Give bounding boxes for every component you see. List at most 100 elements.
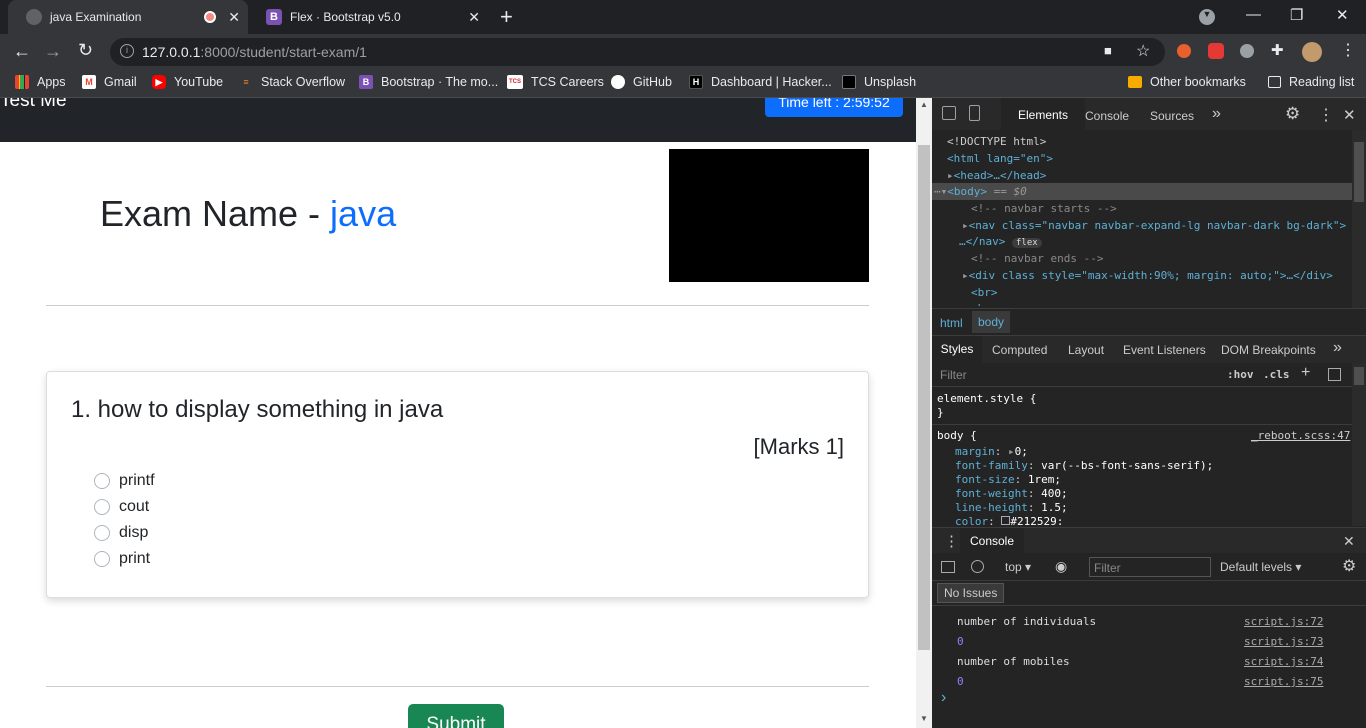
tab-layout[interactable]: Layout xyxy=(1068,343,1104,357)
live-expression-eye-icon[interactable]: ◉ xyxy=(1055,558,1067,575)
scroll-up-icon[interactable]: ▲ xyxy=(920,100,928,109)
back-icon[interactable]: ← xyxy=(13,41,31,62)
page-scrollbar[interactable]: ▲ ▼ xyxy=(916,98,932,728)
extension-fire-icon[interactable] xyxy=(1177,44,1191,58)
console-prompt[interactable]: › xyxy=(941,689,946,707)
more-tabs-icon[interactable]: » xyxy=(1212,105,1221,123)
sidebar-toggle-icon[interactable] xyxy=(941,561,955,573)
close-tab-icon[interactable]: ✕ xyxy=(228,9,240,26)
navbar-brand[interactable]: Test Me xyxy=(0,98,67,112)
radio-button[interactable] xyxy=(94,525,110,541)
dom-br[interactable]: <br> xyxy=(971,286,998,299)
tab-styles[interactable]: Styles xyxy=(932,336,982,363)
more-tabs-icon[interactable]: » xyxy=(1333,339,1342,357)
close-window-icon[interactable]: ✕ xyxy=(1336,6,1349,24)
flex-badge[interactable]: flex xyxy=(1011,238,1042,248)
log-source-link[interactable]: script.js:72 xyxy=(1244,615,1323,628)
css-prop[interactable]: line-height: 1.5; xyxy=(955,501,1068,514)
breadcrumb-body[interactable]: body xyxy=(972,311,1011,333)
console-filter-input[interactable]: Filter xyxy=(1089,557,1211,577)
drawer-tab-console[interactable]: Console xyxy=(960,528,1024,554)
hov-toggle[interactable]: :hov xyxy=(1227,368,1254,381)
device-toolbar-icon[interactable] xyxy=(969,105,980,121)
option-cout[interactable]: cout xyxy=(94,498,149,516)
tab-search-icon[interactable]: ▼ xyxy=(1199,9,1215,25)
radio-button[interactable] xyxy=(94,551,110,567)
css-prop[interactable]: color: #212529; xyxy=(955,515,1063,525)
bookmark-github[interactable]: GitHub xyxy=(611,75,672,89)
extensions-puzzle-icon[interactable]: ✚ xyxy=(1271,41,1284,59)
bookmark-unsplash[interactable]: Unsplash xyxy=(842,75,916,89)
reload-icon[interactable]: ↻ xyxy=(78,40,93,61)
tab-event-listeners[interactable]: Event Listeners xyxy=(1123,343,1206,357)
drawer-menu-icon[interactable]: ⋮ xyxy=(944,532,959,550)
css-prop[interactable]: margin: ▸0; xyxy=(955,445,1028,458)
tab-elements[interactable]: Elements xyxy=(1001,98,1085,130)
tab-java-examination[interactable]: java Examination ✕ xyxy=(8,0,248,34)
minimize-icon[interactable]: — xyxy=(1246,6,1261,23)
new-style-rule-icon[interactable]: + xyxy=(1301,364,1310,382)
submit-button[interactable]: Submit xyxy=(408,704,504,728)
extension-music-icon[interactable] xyxy=(1240,44,1254,58)
bookmark-hackerrank[interactable]: H Dashboard | Hacker... xyxy=(689,75,832,89)
tab-sources[interactable]: Sources xyxy=(1150,109,1194,123)
clear-console-icon[interactable] xyxy=(971,560,984,573)
log-source-link[interactable]: script.js:73 xyxy=(1244,635,1323,648)
bookmark-apps[interactable]: Apps xyxy=(15,75,66,89)
bookmark-star-icon[interactable]: ☆ xyxy=(1136,41,1150,61)
dom-nav-close[interactable]: …</nav> flex xyxy=(959,235,1042,248)
devtools-close-icon[interactable]: ✕ xyxy=(1343,106,1356,124)
dom-div[interactable]: ▸<div class style="max-width:90%; margin… xyxy=(962,269,1333,282)
maximize-icon[interactable]: ❐ xyxy=(1290,6,1303,24)
log-source-link[interactable]: script.js:74 xyxy=(1244,655,1323,668)
forward-icon[interactable]: → xyxy=(44,41,62,62)
tab-flex-bootstrap[interactable]: B Flex · Bootstrap v5.0 ✕ xyxy=(248,0,488,34)
settings-gear-icon[interactable]: ⚙ xyxy=(1285,104,1300,124)
address-bar[interactable]: i 127.0.0.1:8000/student/start-exam/1 ■ … xyxy=(110,38,1165,66)
avatar[interactable] xyxy=(1302,42,1322,62)
toggle-sidebar-icon[interactable] xyxy=(1328,368,1341,381)
info-icon[interactable]: i xyxy=(120,44,134,58)
css-prop[interactable]: font-size: 1rem; xyxy=(955,473,1061,486)
inspect-icon[interactable] xyxy=(942,106,956,120)
dom-br[interactable]: <br> xyxy=(971,302,998,306)
log-source-link[interactable]: script.js:75 xyxy=(1244,675,1323,688)
bookmark-tcs[interactable]: TCS TCS Careers xyxy=(507,75,604,89)
other-bookmarks[interactable]: Other bookmarks xyxy=(1128,75,1246,89)
drawer-close-icon[interactable]: ✕ xyxy=(1343,533,1355,550)
bookmark-youtube[interactable]: ▶ YouTube xyxy=(152,75,223,89)
dom-head[interactable]: ▸<head>…</head> xyxy=(947,169,1046,182)
option-disp[interactable]: disp xyxy=(94,524,148,542)
css-prop[interactable]: font-weight: 400; xyxy=(955,487,1068,500)
element-style-rule[interactable]: element.style { xyxy=(937,392,1036,405)
bookmark-stackoverflow[interactable]: ≡ Stack Overflow xyxy=(239,75,345,89)
scroll-thumb[interactable] xyxy=(918,145,930,650)
bookmark-bootstrap[interactable]: B Bootstrap · The mo... xyxy=(359,75,498,89)
body-rule-selector[interactable]: body { xyxy=(937,429,977,442)
styles-filter-input[interactable]: Filter xyxy=(940,368,1215,382)
close-tab-icon[interactable]: ✕ xyxy=(468,9,480,26)
no-issues-button[interactable]: No Issues xyxy=(937,583,1005,603)
option-print[interactable]: print xyxy=(94,550,150,568)
camera-icon[interactable]: ■ xyxy=(1104,43,1112,58)
cls-toggle[interactable]: .cls xyxy=(1263,368,1290,381)
breadcrumb-html[interactable]: html xyxy=(940,316,963,330)
log-levels-select[interactable]: Default levels ▾ xyxy=(1220,560,1301,574)
reading-list[interactable]: Reading list xyxy=(1268,75,1354,89)
css-prop[interactable]: font-family: var(--bs-font-sans-serif); xyxy=(955,459,1213,472)
new-tab-button[interactable]: + xyxy=(500,4,513,30)
console-settings-icon[interactable]: ⚙ xyxy=(1342,556,1356,576)
timer-button[interactable]: Time left : 2:59:52 xyxy=(765,98,903,117)
styles-scrollbar[interactable] xyxy=(1352,363,1366,526)
scroll-down-icon[interactable]: ▼ xyxy=(920,714,928,723)
devtools-menu-icon[interactable]: ⋮ xyxy=(1318,105,1334,125)
dom-html[interactable]: <html lang="en"> xyxy=(947,152,1053,165)
dom-nav[interactable]: ▸<nav class="navbar navbar-expand-lg nav… xyxy=(962,219,1346,232)
context-select[interactable]: top ▾ xyxy=(1005,560,1031,574)
dom-body-row[interactable]: ⋯▾<body> == $0 xyxy=(932,183,1352,200)
rule-source-link[interactable]: _reboot.scss:47 xyxy=(1251,429,1350,442)
bookmark-gmail[interactable]: M Gmail xyxy=(82,75,137,89)
tab-console[interactable]: Console xyxy=(1085,109,1129,123)
option-printf[interactable]: printf xyxy=(94,472,155,490)
tab-computed[interactable]: Computed xyxy=(992,343,1047,357)
